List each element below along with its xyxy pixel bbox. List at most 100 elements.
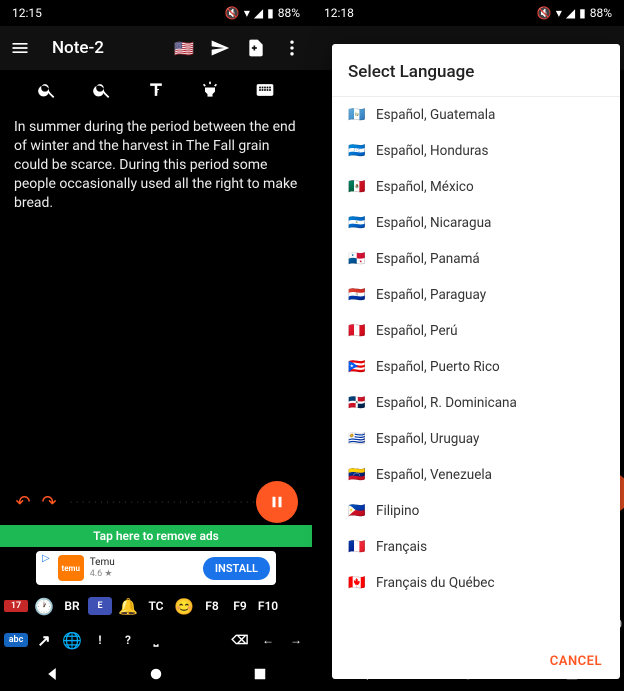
- menu-button[interactable]: [6, 34, 34, 62]
- ad-card[interactable]: ▷ temu Temu4.6 ★ INSTALL: [36, 551, 276, 585]
- key-br[interactable]: BR: [60, 599, 84, 613]
- nav-back[interactable]: [355, 665, 373, 683]
- language-name: Español, Paraguay: [376, 287, 486, 303]
- language-option[interactable]: 🇻🇪Español, Venezuela: [332, 457, 620, 493]
- status-right: 🔇 ▾ ◢ ▮ 88%: [225, 6, 300, 20]
- key-left[interactable]: ←: [256, 633, 280, 647]
- key-f8[interactable]: F8: [200, 599, 224, 613]
- language-option[interactable]: 🇵🇦 Español, Panamá: [332, 241, 620, 277]
- key-e[interactable]: E: [88, 597, 112, 615]
- nav-back[interactable]: [43, 665, 61, 683]
- key-globe[interactable]: 🌐: [60, 631, 84, 650]
- action-row: ↶ ↷ · · · · · · · · · · · · · · · · · · …: [0, 479, 312, 525]
- key-backspace[interactable]: ⌫: [228, 633, 252, 647]
- nav-bar: [0, 657, 312, 691]
- language-name: Français: [376, 539, 427, 555]
- ad-app-icon: temu: [58, 555, 84, 581]
- overflow-button[interactable]: [278, 34, 306, 62]
- key-f9[interactable]: F9: [228, 599, 252, 613]
- new-note-button[interactable]: [242, 34, 270, 62]
- flag-icon: 🇵🇭: [348, 503, 366, 519]
- flag-icon: 🇵🇦: [348, 251, 366, 267]
- key-calendar[interactable]: 17: [4, 600, 28, 612]
- nav-bar: [312, 657, 624, 691]
- app-bar: Note-2 🇺🇸: [0, 26, 312, 70]
- status-time: 12:18: [324, 6, 354, 20]
- language-option[interactable]: 🇵🇪Español, Perú: [332, 313, 620, 349]
- language-option[interactable]: 🇩🇴 Español, R. Dominicana: [332, 385, 620, 421]
- key-abc[interactable]: abc: [4, 633, 28, 647]
- flag-icon: 🇫🇷: [348, 539, 366, 555]
- flag-icon: 🇻🇪: [348, 467, 366, 483]
- wifi-icon: ▾: [244, 6, 250, 20]
- pause-button[interactable]: [256, 481, 298, 523]
- zoom-out-button[interactable]: [29, 76, 65, 104]
- language-option[interactable]: 🇭🇳Español, Honduras: [332, 133, 620, 169]
- flag-icon: 🇵🇾: [348, 287, 366, 303]
- language-option[interactable]: 🇵🇾 Español, Paraguay: [332, 277, 620, 313]
- highlight-button[interactable]: [192, 76, 228, 104]
- flag-icon: 🇲🇽: [348, 179, 366, 195]
- language-list[interactable]: 🇬🇹Español, Guatemala🇭🇳Español, Honduras🇲…: [332, 97, 620, 640]
- language-name: Français du Québec: [376, 575, 495, 591]
- signal-icon: ◢: [254, 6, 263, 20]
- nav-recent[interactable]: [563, 665, 581, 683]
- key-space[interactable]: ⎵: [144, 633, 168, 648]
- language-option[interactable]: 🇳🇮Español, Nicaragua: [332, 205, 620, 241]
- nav-home[interactable]: [459, 665, 477, 683]
- flag-icon: 🇵🇪: [348, 323, 366, 339]
- language-option[interactable]: 🇬🇹 Español, Guatemala: [332, 97, 620, 133]
- mute-icon: 🔇: [225, 6, 240, 20]
- language-name: Español, Puerto Rico: [376, 359, 500, 375]
- toolbar: [0, 70, 312, 110]
- language-name: Español, Nicaragua: [376, 215, 491, 231]
- language-name: Español, Guatemala: [376, 107, 495, 123]
- redo-button[interactable]: ↷: [36, 492, 62, 513]
- note-title: Note-2: [42, 38, 162, 58]
- keyboard-extra: 17 🕐 BR E 🔔 TC 😊 F8 F9 F10 abc ↗ 🌐 ! ? ⎵…: [0, 589, 312, 657]
- ad-install-button[interactable]: INSTALL: [203, 557, 270, 580]
- language-name: Español, R. Dominicana: [376, 395, 517, 411]
- language-name: Español, Honduras: [376, 143, 488, 159]
- language-option[interactable]: 🇲🇽 Español, México: [332, 169, 620, 205]
- nav-recent[interactable]: [251, 665, 269, 683]
- key-exclaim[interactable]: !: [88, 633, 112, 647]
- key-arrow-up[interactable]: ↗: [32, 631, 56, 650]
- key-question[interactable]: ?: [116, 633, 140, 647]
- zoom-in-button[interactable]: [84, 76, 120, 104]
- battery-icon: ▮: [579, 6, 586, 20]
- remove-ads-banner[interactable]: Tap here to remove ads: [0, 525, 312, 547]
- language-option[interactable]: 🇨🇦 Français du Québec: [332, 565, 620, 601]
- status-time: 12:15: [12, 6, 42, 20]
- language-option[interactable]: 🇵🇭 Filipino: [332, 493, 620, 529]
- editor-text[interactable]: In summer during the period between the …: [0, 110, 312, 479]
- language-name: Español, México: [376, 179, 474, 195]
- keyboard-button[interactable]: [247, 76, 283, 104]
- waveform: · · · · · · · · · · · · · · · · · · · · …: [62, 498, 256, 507]
- key-f10[interactable]: F10: [256, 599, 280, 613]
- flag-icon: 🇩🇴: [348, 395, 366, 411]
- key-smile[interactable]: 😊: [172, 597, 196, 616]
- key-tc[interactable]: TC: [144, 599, 168, 613]
- screen-left: 12:15 🔇 ▾ ◢ ▮ 88% Note-2 🇺🇸 In summer du…: [0, 0, 312, 691]
- text-style-button[interactable]: [138, 76, 174, 104]
- key-clock[interactable]: 🕐: [32, 597, 56, 616]
- status-bar: 12:18 🔇 ▾ ◢ ▮ 88%: [312, 0, 624, 26]
- language-option[interactable]: 🇺🇾Español, Uruguay: [332, 421, 620, 457]
- undo-button[interactable]: ↶: [10, 492, 36, 513]
- nav-home[interactable]: [147, 665, 165, 683]
- language-dialog: Select Language 🇬🇹Español, Guatemala🇭🇳Es…: [332, 44, 620, 679]
- language-name: Filipino: [376, 503, 419, 519]
- language-name: Español, Uruguay: [376, 431, 479, 447]
- ad-banner: ▷ temu Temu4.6 ★ INSTALL: [0, 547, 312, 589]
- ad-play-icon: ▷: [42, 553, 50, 564]
- language-option[interactable]: 🇫🇷 Français: [332, 529, 620, 565]
- language-name: Español, Panamá: [376, 251, 480, 267]
- flag-icon: 🇨🇦: [348, 575, 366, 591]
- language-flag-button[interactable]: 🇺🇸: [170, 34, 198, 62]
- flag-icon: 🇬🇹: [348, 107, 366, 123]
- send-button[interactable]: [206, 34, 234, 62]
- key-bell[interactable]: 🔔: [116, 597, 140, 616]
- key-right[interactable]: →: [284, 633, 308, 647]
- language-option[interactable]: 🇵🇷Español, Puerto Rico: [332, 349, 620, 385]
